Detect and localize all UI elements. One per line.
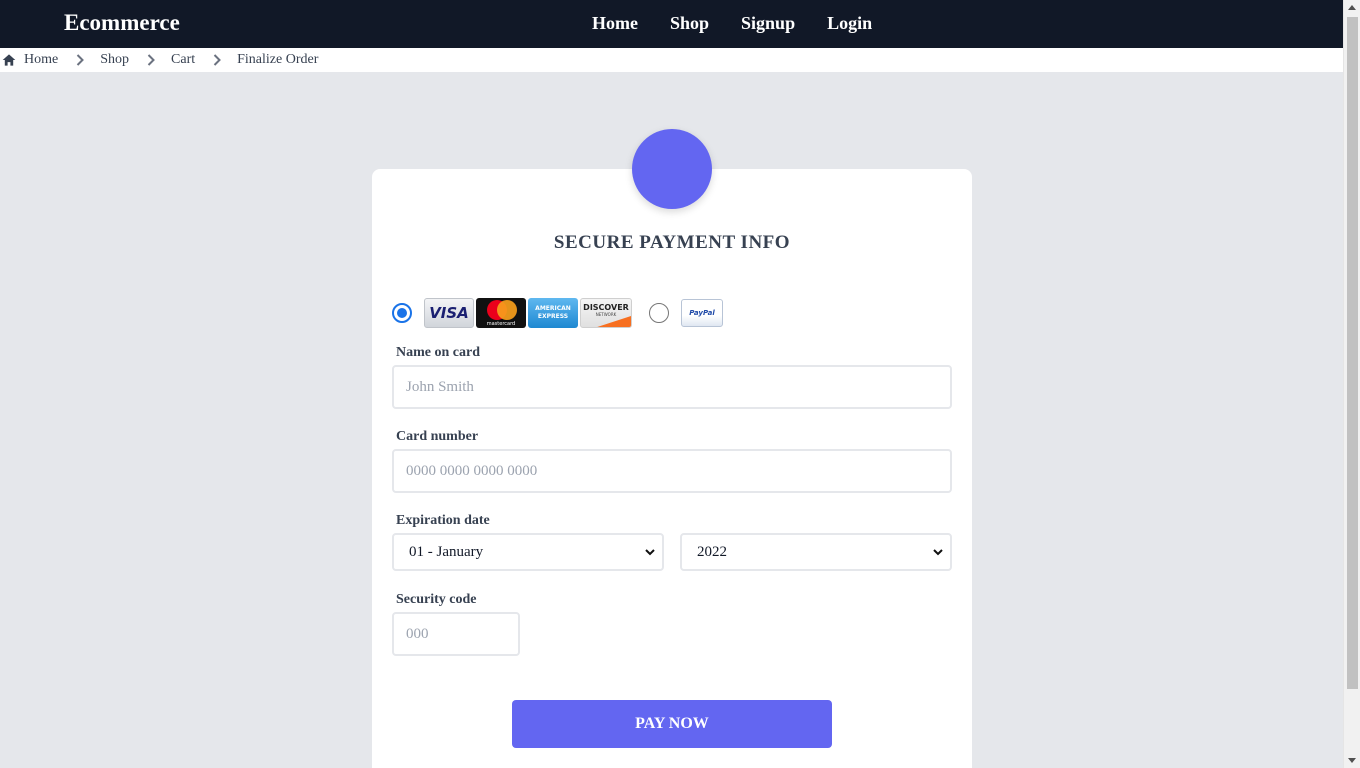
security-code-label: Security code bbox=[396, 592, 477, 607]
card-payment-radio[interactable] bbox=[392, 303, 412, 323]
mastercard-logo-text: mastercard bbox=[486, 320, 516, 327]
security-code-placeholder: 000 bbox=[406, 625, 429, 642]
discover-logo-icon: DISCOVER NETWORK bbox=[580, 298, 632, 328]
card-header-circle bbox=[632, 129, 712, 209]
nav-link-signup[interactable]: Signup bbox=[741, 13, 795, 34]
payment-method-selector: VISA mastercard AMERICAN EXPRESS DISCOVE… bbox=[392, 298, 723, 328]
name-on-card-input[interactable]: John Smith bbox=[392, 365, 952, 409]
amex-logo-icon: AMERICAN EXPRESS bbox=[528, 298, 578, 328]
card-number-label: Card number bbox=[396, 429, 479, 444]
expiration-date-label: Expiration date bbox=[396, 513, 490, 528]
security-code-input[interactable]: 000 bbox=[392, 612, 520, 656]
card-number-input[interactable]: 0000 0000 0000 0000 bbox=[392, 449, 952, 493]
page-scrollbar[interactable] bbox=[1343, 0, 1360, 768]
expiry-month-value: 01 - January bbox=[409, 543, 484, 560]
breadcrumb-finalize-order[interactable]: Finalize Order bbox=[237, 52, 318, 68]
pay-now-button[interactable]: PAY NOW bbox=[512, 700, 832, 748]
chevron-right-icon bbox=[68, 54, 92, 66]
discover-logo-sub: NETWORK bbox=[595, 312, 617, 317]
mastercard-logo-icon: mastercard bbox=[476, 298, 526, 328]
nav-link-login[interactable]: Login bbox=[827, 13, 872, 34]
name-on-card-placeholder: John Smith bbox=[406, 378, 474, 395]
amex-logo-line2: EXPRESS bbox=[537, 313, 569, 320]
top-navbar: Ecommerce Home Shop Signup Login bbox=[0, 0, 1343, 48]
nav-link-shop[interactable]: Shop bbox=[670, 13, 709, 34]
card-number-placeholder: 0000 0000 0000 0000 bbox=[406, 462, 538, 479]
scroll-down-arrow-icon[interactable] bbox=[1348, 758, 1356, 763]
paypal-payment-radio[interactable] bbox=[649, 303, 669, 323]
nav-links: Home Shop Signup Login bbox=[592, 13, 904, 34]
chevron-right-icon bbox=[205, 54, 229, 66]
breadcrumb-shop[interactable]: Shop bbox=[100, 52, 129, 68]
expiry-month-select[interactable]: 01 - January bbox=[392, 533, 664, 571]
discover-logo-text: DISCOVER bbox=[583, 303, 629, 312]
chevron-down-icon bbox=[645, 549, 655, 556]
visa-logo-text: VISA bbox=[429, 304, 469, 322]
payment-title: SECURE PAYMENT INFO bbox=[553, 232, 791, 253]
home-icon bbox=[2, 54, 16, 66]
expiry-year-select[interactable]: 2022 bbox=[680, 533, 952, 571]
payment-card: SECURE PAYMENT INFO VISA mastercard AMER… bbox=[372, 169, 972, 768]
brand-logo[interactable]: Ecommerce bbox=[64, 10, 180, 36]
chevron-right-icon bbox=[139, 54, 163, 66]
expiry-year-value: 2022 bbox=[697, 543, 727, 560]
nav-link-home[interactable]: Home bbox=[592, 13, 638, 34]
breadcrumb-home[interactable]: Home bbox=[2, 52, 58, 68]
breadcrumb: Home Shop Cart Finalize Order bbox=[0, 48, 1343, 72]
breadcrumb-label: Home bbox=[24, 52, 59, 67]
scroll-up-arrow-icon[interactable] bbox=[1348, 5, 1356, 10]
paypal-logo-text: PayPal bbox=[689, 309, 715, 317]
chevron-down-icon bbox=[933, 549, 943, 556]
paypal-logo-icon: PayPal bbox=[681, 299, 723, 327]
amex-logo-line1: AMERICAN bbox=[535, 305, 571, 312]
visa-logo-icon: VISA bbox=[424, 298, 474, 328]
breadcrumb-cart[interactable]: Cart bbox=[171, 52, 195, 68]
name-on-card-label: Name on card bbox=[396, 345, 480, 360]
scrollbar-thumb[interactable] bbox=[1347, 17, 1358, 689]
